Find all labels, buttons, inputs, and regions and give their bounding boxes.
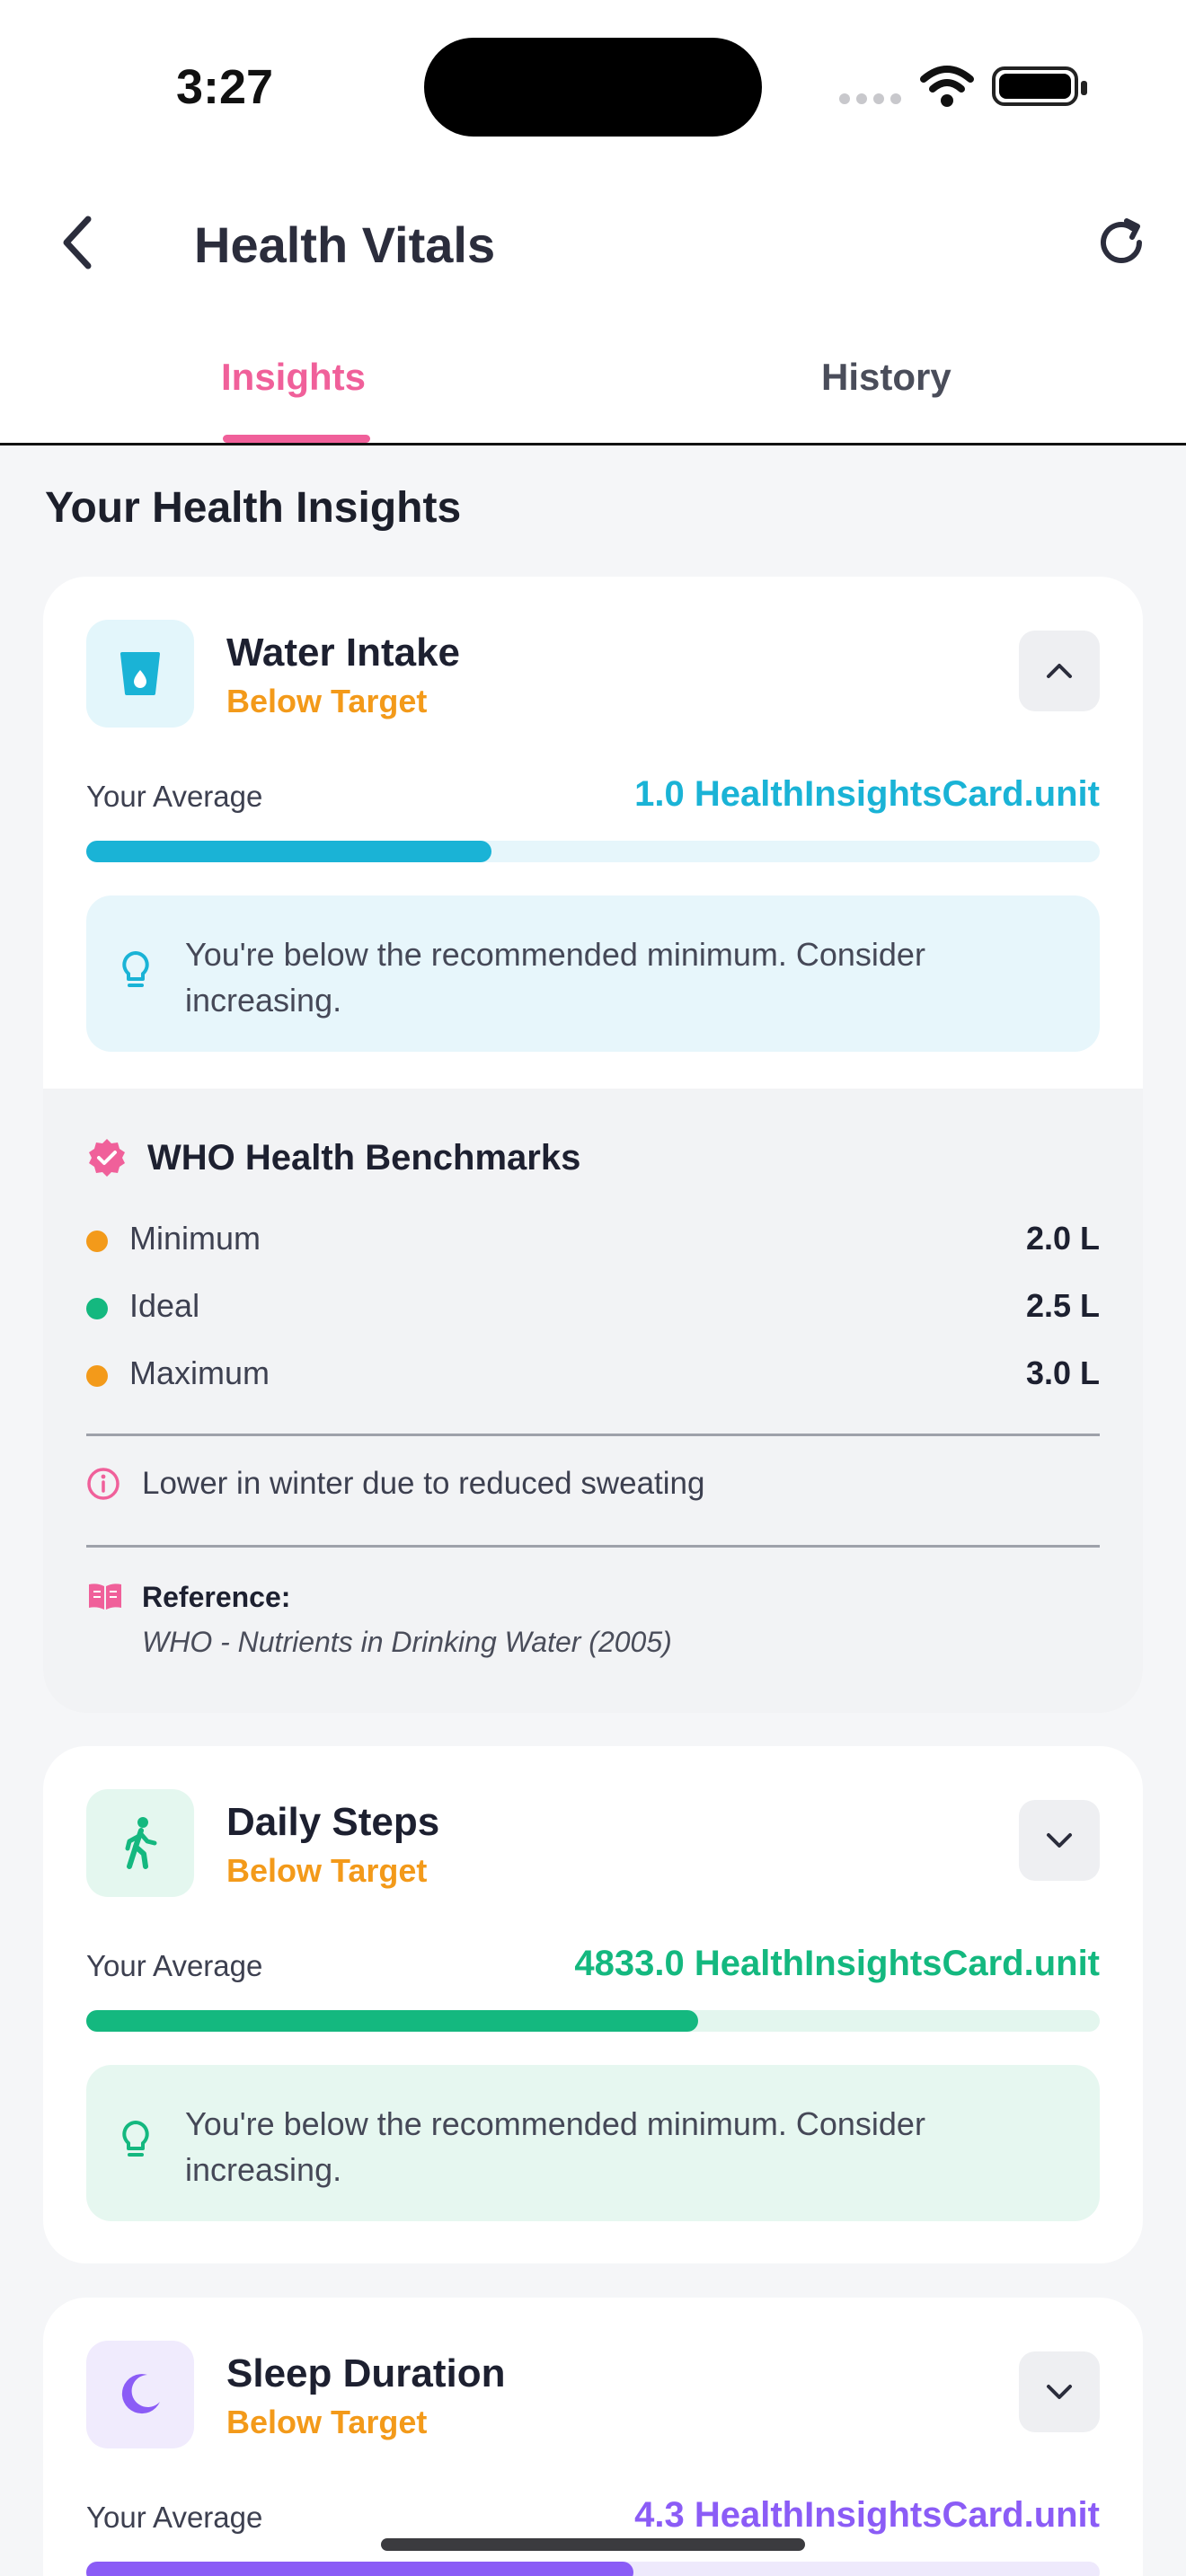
average-value: 4.3 HealthInsightsCard.unit [634,2495,1100,2535]
moon-icon [86,2341,194,2448]
insight-card-water: Water Intake Below Target Your Average 1… [43,577,1143,1713]
insight-card-sleep: Sleep Duration Below Target Your Average… [43,2298,1143,2576]
benchmark-label: Minimum [129,1220,261,1257]
benchmark-note: Lower in winter due to reduced sweating [86,1466,704,1502]
benchmark-row-minimum: Minimum 2.0 L [86,1216,1100,1261]
average-label: Your Average [86,2501,263,2534]
expand-button[interactable] [1019,2351,1100,2432]
note-text: Lower in winter due to reduced sweating [142,1466,705,1501]
benchmark-value: 2.5 L [1025,1287,1100,1324]
wifi-icon [920,65,974,112]
benchmark-row-maximum: Maximum 3.0 L [86,1351,1100,1396]
water-glass-icon [86,620,194,728]
battery-icon [992,66,1087,106]
lightbulb-icon [122,2121,149,2157]
tip-text: You're below the recommended minimum. Co… [185,936,925,1019]
status-dot [86,1298,108,1319]
active-tab-indicator [223,435,370,443]
verified-badge-icon [89,1139,125,1177]
walking-person-icon [86,1789,194,1897]
expand-button[interactable] [1019,1800,1100,1881]
status-badge: Below Target [226,683,428,719]
average-label: Your Average [86,780,263,813]
divider [86,1434,1100,1436]
progress-fill [86,2010,699,2032]
benchmark-value: 3.0 L [1025,1354,1100,1391]
tab-bar: Insights History [0,314,1186,446]
divider [86,1545,1100,1548]
average-value: 1.0 HealthInsightsCard.unit [634,774,1100,814]
lightbulb-icon [122,951,149,987]
chevron-up-icon [1047,664,1072,678]
cellular-signal-icon [839,93,901,104]
card-title: Sleep Duration [226,2351,506,2395]
section-title: Your Health Insights [45,484,462,532]
status-bar: 3:27 [0,0,1186,171]
benchmark-row-ideal: Ideal 2.5 L [86,1284,1100,1328]
status-badge: Below Target [226,2404,428,2440]
dynamic-island [424,38,762,137]
status-dot [86,1365,108,1387]
progress-bar [86,2010,1100,2032]
page-title: Health Vitals [194,216,496,273]
average-label: Your Average [86,1949,263,1982]
home-indicator[interactable] [381,2538,805,2551]
progress-fill [86,841,492,862]
chevron-down-icon [1047,2385,1072,2399]
tab-insights[interactable]: Insights [221,356,366,399]
status-dot [86,1231,108,1252]
collapse-button[interactable] [1019,631,1100,711]
book-icon [89,1584,121,1610]
info-icon [87,1468,119,1500]
tab-history[interactable]: History [821,356,951,399]
card-title: Daily Steps [226,1800,440,1844]
chevron-left-icon [63,216,92,269]
average-value: 4833.0 HealthInsightsCard.unit [574,1944,1100,1983]
card-title: Water Intake [226,631,461,675]
benchmarks-title: WHO Health Benchmarks [147,1137,581,1178]
chevron-down-icon [1047,1833,1072,1848]
progress-fill [86,2562,634,2576]
progress-bar [86,841,1100,862]
benchmark-label: Ideal [129,1287,200,1324]
refresh-button[interactable] [1089,207,1154,278]
tip-box: You're below the recommended minimum. Co… [86,2065,1100,2221]
back-button[interactable] [50,210,104,275]
progress-bar [86,2562,1100,2576]
refresh-icon [1101,218,1142,263]
benchmarks-panel: WHO Health Benchmarks Minimum 2.0 L Idea… [43,1089,1143,1713]
status-badge: Below Target [226,1852,428,1889]
reference-text: WHO - Nutrients in Drinking Water (2005) [142,1626,672,1658]
benchmark-value: 2.0 L [1025,1220,1100,1257]
nav-bar: Health Vitals [0,171,1186,314]
tip-text: You're below the recommended minimum. Co… [185,2105,925,2188]
tip-box: You're below the recommended minimum. Co… [86,895,1100,1052]
benchmark-label: Maximum [129,1354,270,1391]
status-time: 3:27 [176,60,274,114]
reference-label: Reference: [142,1581,291,1613]
insight-card-steps: Daily Steps Below Target Your Average 48… [43,1746,1143,2263]
